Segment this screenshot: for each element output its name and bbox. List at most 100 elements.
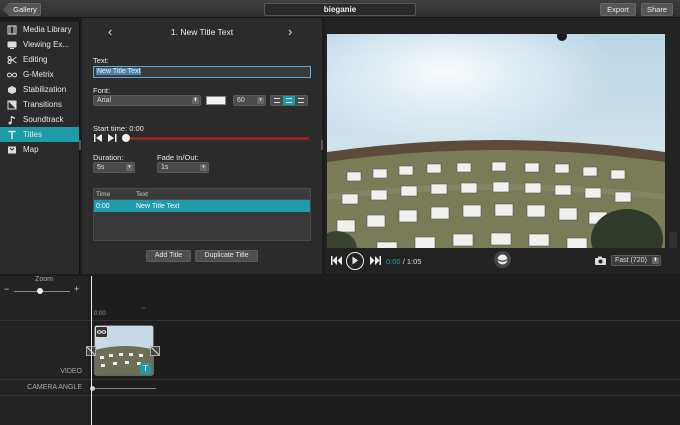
time-display: 0:00 / 1:05 [386,257,421,266]
quality-select[interactable]: Fast (720) ⬍ [611,255,661,266]
play-icon [352,256,358,265]
duplicate-title-button[interactable]: Duplicate Title [195,250,258,262]
fade-label: Fade In/Out: [157,153,199,162]
chevron-updown-icon: ⬍ [192,97,199,104]
sidebar-resize-handle[interactable] [79,140,81,150]
infinity-icon [96,330,107,334]
previous-title-button[interactable]: ‹ [108,24,112,39]
sidebar-item-titles[interactable]: Titles [0,127,79,142]
skip-back-button[interactable] [331,256,342,267]
row-time: 0:00 [96,202,110,210]
audio-marker-icon: ~ [141,304,146,313]
video-image [327,34,665,264]
font-select[interactable]: Arial ⬍ [93,95,201,106]
sidebar-item-map[interactable]: Map [0,142,79,157]
duration-select[interactable]: 5s ▾ [93,162,135,173]
clip-title-badge[interactable]: T [140,363,151,374]
sidebar-item-viewing-experience[interactable]: Viewing Ex... [0,37,79,52]
row-text: New Title Text [136,202,180,210]
clip-trim-right-handle[interactable] [150,346,160,356]
fade-select[interactable]: 1s ▾ [157,162,209,173]
sidebar-item-label: Transitions [23,100,62,109]
sidebar-item-label: Stabilization [23,85,67,94]
map-icon [6,145,17,155]
zoom-out-button[interactable]: − [4,284,9,294]
chevron-updown-icon: ⬍ [652,257,659,264]
snapshot-button[interactable] [595,256,606,267]
timeline: Zoom − + 0:00 ~ VIDEO CAMERA ANGLE T [0,276,680,425]
export-button[interactable]: Export [600,3,636,16]
text-t-icon [6,130,17,140]
skip-to-start-button[interactable] [94,134,103,142]
stabilize-icon [6,85,17,95]
view-mode-button[interactable] [494,251,511,268]
top-bar: Gallery bieganie Export Share [0,0,680,18]
sidebar-item-label: Map [23,145,39,154]
sidebar-item-label: Soundtrack [23,115,64,124]
pano-view-icon [497,254,508,265]
table-row[interactable]: 0:00 New Title Text [94,200,310,212]
video-frame[interactable] [327,34,665,264]
gallery-button[interactable]: Gallery [3,3,41,16]
column-header-text: Text [136,191,148,198]
skip-end-icon [108,134,117,142]
sidebar-item-label: Titles [23,130,42,139]
video-viewer [325,18,680,274]
font-size-value: 60 [237,97,245,104]
panel-resize-handle[interactable] [321,140,323,150]
ruler-start-time: 0:00 [94,311,106,317]
alignment-group [270,95,308,106]
start-time-label: Start time: 0:00 [93,124,144,133]
zoom-slider-knob[interactable] [37,288,43,294]
sidebar: Media Library Viewing Ex... Editing G-Me… [0,22,80,274]
sidebar-item-stabilization[interactable]: Stabilization [0,82,79,97]
sidebar-item-soundtrack[interactable]: Soundtrack [0,112,79,127]
sidebar-item-label: G-Metrix [23,70,54,79]
next-title-button[interactable]: › [288,24,292,39]
share-button[interactable]: Share [641,3,673,16]
play-button[interactable] [346,252,364,270]
start-time-slider-knob[interactable] [122,134,130,142]
player-controls: 0:00 / 1:05 Fast (720) ⬍ [325,248,680,274]
font-color-swatch[interactable] [206,96,226,105]
sidebar-item-editing[interactable]: Editing [0,52,79,67]
zoom-label: Zoom [35,276,53,283]
trim-handle-icon [150,346,160,356]
sidebar-item-transitions[interactable]: Transitions [0,97,79,112]
align-right-icon [298,98,304,103]
title-heading: 1. New Title Text [170,27,234,37]
sidebar-item-media-library[interactable]: Media Library [0,22,79,37]
duration-value: 5s [97,164,105,171]
film-icon [6,25,17,35]
sidebar-item-label: Viewing Ex... [23,40,70,49]
quality-value: Fast (720) [615,257,647,264]
monitor-icon [6,40,17,50]
camera-angle-line [92,388,156,389]
scissors-icon [6,55,17,65]
zoom-in-button[interactable]: + [74,284,79,294]
sidebar-item-g-metrix[interactable]: G-Metrix [0,67,79,82]
clip-gmetrix-badge[interactable] [95,326,108,338]
start-time-slider[interactable] [125,137,309,140]
fade-value: 1s [161,164,169,171]
timeline-track-labels [0,276,88,425]
total-time: / 1:05 [402,257,422,266]
skip-forward-button[interactable] [370,256,381,267]
skip-to-end-button[interactable] [108,134,117,142]
track-divider [0,320,680,321]
font-size-select[interactable]: 60 ▾ [233,95,266,106]
skip-start-icon [94,134,102,142]
add-title-button[interactable]: Add Title [146,250,191,262]
transitions-icon [6,100,17,110]
duration-label: Duration: [93,153,124,162]
column-header-time: Time [96,191,111,198]
align-right-button[interactable] [295,96,307,105]
project-title[interactable]: bieganie [264,3,416,16]
align-center-button[interactable] [283,96,295,105]
text-label: Text: [93,56,109,65]
playhead[interactable] [91,276,92,425]
title-text-input[interactable]: New Title Text [93,66,311,78]
skip-forward-icon [370,256,381,265]
align-left-button[interactable] [271,96,283,105]
camera-icon [595,256,606,265]
